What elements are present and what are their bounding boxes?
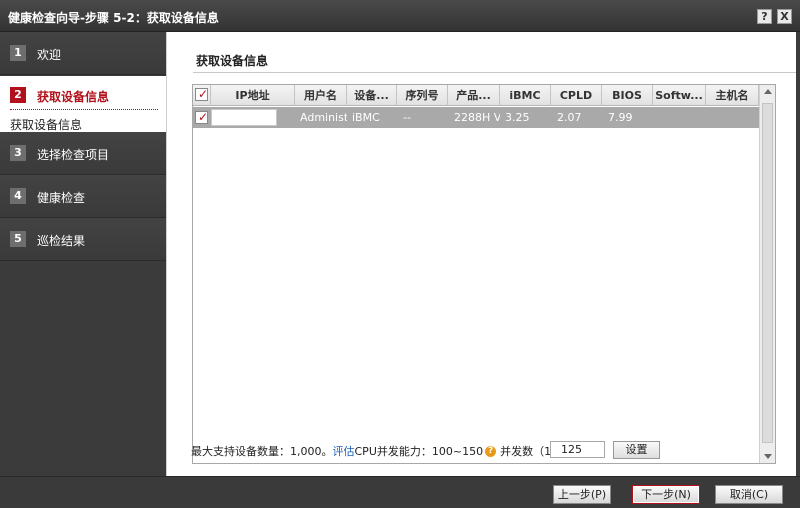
cell-hostname <box>712 107 759 128</box>
device-table: ✓ IP地址 用户名 设备... 序列号 产品... iBMC CPLD BIO… <box>192 84 776 464</box>
step-health-check[interactable]: 4 健康检查 <box>0 175 166 218</box>
scroll-thumb[interactable] <box>762 103 773 443</box>
set-button[interactable]: 设置 <box>613 441 660 459</box>
scroll-down-icon[interactable] <box>764 454 772 459</box>
step-inspection-results[interactable]: 5 巡检结果 <box>0 218 166 261</box>
step-number: 3 <box>10 145 26 161</box>
wizard-steps-sidebar: 1 欢迎 2 获取设备信息 获取设备信息 3 选择检查项目 4 健康检查 5 巡… <box>0 32 166 476</box>
step-label: 健康检查 <box>37 191 86 205</box>
step-label: 选择检查项目 <box>37 148 110 162</box>
column-header-serial[interactable]: 序列号 <box>397 85 448 106</box>
prev-button[interactable]: 上一步(P) <box>553 485 611 504</box>
help-icon[interactable]: ? <box>757 9 772 24</box>
cell-device: iBMC <box>352 111 380 124</box>
page-title: 获取设备信息 <box>196 54 269 68</box>
wizard-footer: 上一步(P) 下一步(N) 取消(C) <box>0 476 800 508</box>
cell-product: 2288H V5 <box>454 111 500 124</box>
substep-label[interactable]: 获取设备信息 <box>10 116 82 133</box>
vertical-scrollbar[interactable] <box>759 85 775 463</box>
cell-software <box>659 107 706 128</box>
close-icon[interactable]: X <box>777 9 792 24</box>
column-header-ip[interactable]: IP地址 <box>211 85 295 106</box>
concurrency-input[interactable]: 125 <box>550 441 605 458</box>
column-header-username[interactable]: 用户名 <box>295 85 347 106</box>
row-checkbox[interactable]: ✓ <box>195 110 209 124</box>
step-number: 2 <box>10 87 26 103</box>
step-divider <box>10 109 158 110</box>
step-welcome[interactable]: 1 欢迎 <box>0 32 166 75</box>
ip-address-input[interactable] <box>211 109 277 126</box>
cancel-button[interactable]: 取消(C) <box>715 485 783 504</box>
divider <box>193 72 796 73</box>
scroll-up-icon[interactable] <box>764 89 772 94</box>
step-label: 巡检结果 <box>37 234 86 248</box>
cell-cpld: 2.07 <box>557 111 582 124</box>
cell-serial: -- <box>403 111 411 124</box>
column-header-bios[interactable]: BIOS <box>602 85 653 106</box>
step-get-device-info[interactable]: 2 获取设备信息 获取设备信息 <box>0 76 166 136</box>
window-title: 健康检查向导-步骤 5-2：获取设备信息 <box>8 11 219 25</box>
step-number: 1 <box>10 45 26 61</box>
title-bar: 健康检查向导-步骤 5-2：获取设备信息 ? X <box>0 0 800 32</box>
step-number: 5 <box>10 231 26 247</box>
table-header: ✓ IP地址 用户名 设备... 序列号 产品... iBMC CPLD BIO… <box>193 85 759 106</box>
column-header-device[interactable]: 设备... <box>347 85 397 106</box>
cell-username: Administ... <box>300 111 347 124</box>
step-label: 获取设备信息 <box>37 90 110 104</box>
column-header-hostname[interactable]: 主机名 <box>706 85 759 106</box>
max-devices-text: 最大支持设备数量：1,000。 <box>191 445 333 458</box>
cell-bios: 7.99 <box>608 111 633 124</box>
column-header-software[interactable]: Softw... <box>653 85 706 106</box>
cpu-capacity-text: CPU并发能力：100~150 <box>354 445 484 458</box>
step-select-items[interactable]: 3 选择检查项目 <box>0 132 166 175</box>
column-header-product[interactable]: 产品... <box>448 85 500 106</box>
column-header-cpld[interactable]: CPLD <box>551 85 602 106</box>
main-panel: 获取设备信息 ✓ IP地址 用户名 设备... 序列号 产品... iBMC C… <box>166 32 796 476</box>
select-all-checkbox[interactable]: ✓ <box>195 87 209 101</box>
step-label: 欢迎 <box>37 48 62 62</box>
help-question-icon[interactable]: ? <box>485 446 497 457</box>
next-button[interactable]: 下一步(N) <box>632 485 700 504</box>
check-icon: ✓ <box>198 87 209 101</box>
evaluate-link[interactable]: 评估 <box>333 443 355 461</box>
step-number: 4 <box>10 188 26 204</box>
column-header-ibmc[interactable]: iBMC <box>500 85 551 106</box>
table-row[interactable]: ✓ Administ... iBMC -- 2288H V5 3.25 2.07… <box>193 107 759 128</box>
cell-ibmc: 3.25 <box>505 111 530 124</box>
concurrency-info: 最大支持设备数量：1,000。评估CPU并发能力：100~150? 并发数（1~2… <box>191 443 598 461</box>
check-icon: ✓ <box>198 110 209 124</box>
select-all-cell: ✓ <box>193 85 211 106</box>
